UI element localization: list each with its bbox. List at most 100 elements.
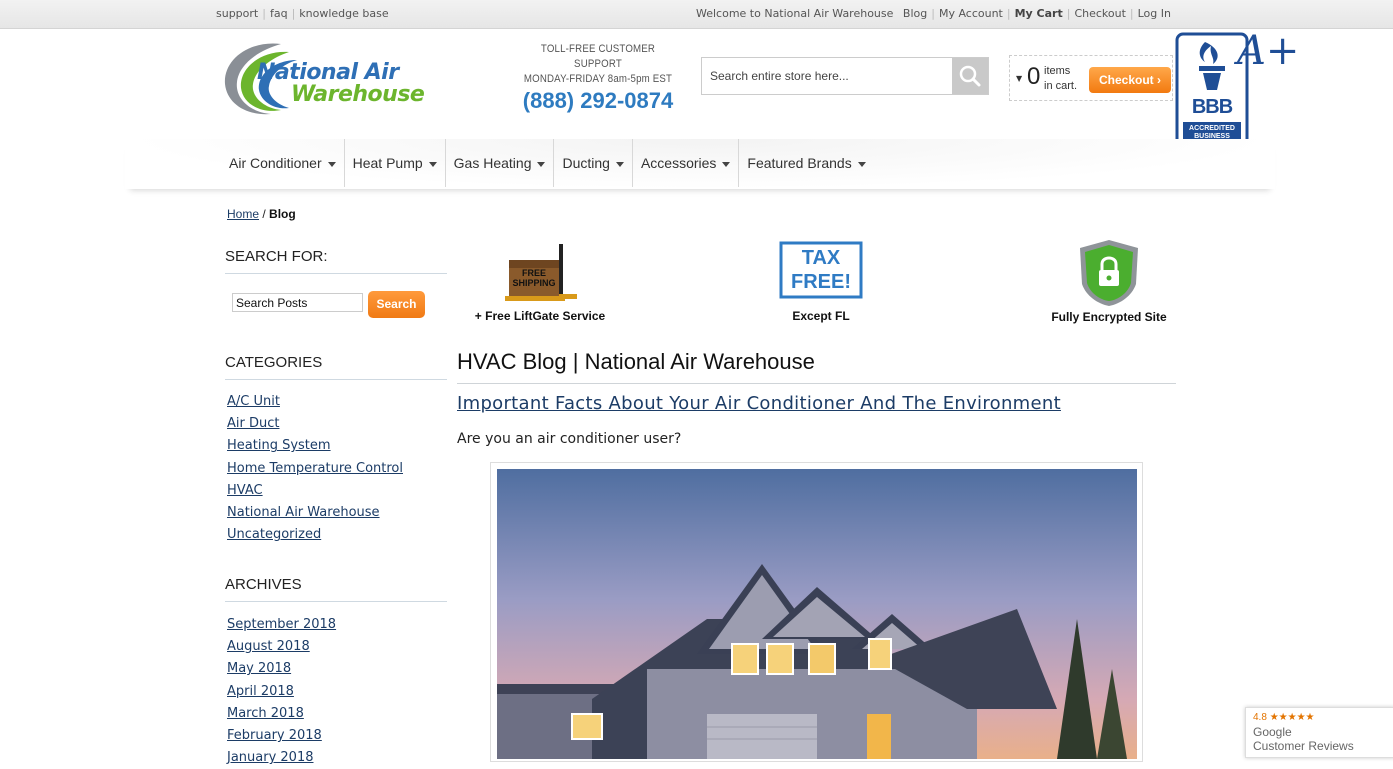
nav-heat-pump[interactable]: Heat Pump <box>345 139 446 187</box>
search-posts-button[interactable]: Search <box>368 291 425 318</box>
categories-list: A/C Unit Air Duct Heating System Home Te… <box>227 391 403 546</box>
top-left-links: support | faq | knowledge base <box>216 7 389 20</box>
archive-link[interactable]: August 2018 <box>227 636 336 658</box>
bbb-badge[interactable]: BBB ACCREDITED BUSINESS A+ <box>1175 28 1299 150</box>
post-title-link[interactable]: Important Facts About Your Air Condition… <box>457 393 1061 414</box>
knowledge-base-link[interactable]: knowledge base <box>299 7 388 20</box>
bbb-letters: BBB <box>1191 96 1233 118</box>
chevron-right-icon: › <box>1157 73 1162 87</box>
customer-support: TOLL-FREE CUSTOMER SUPPORT MONDAY-FRIDAY… <box>508 42 688 114</box>
archive-link[interactable]: February 2018 <box>227 725 336 747</box>
blog-link[interactable]: Blog <box>903 7 927 20</box>
nav-ducting[interactable]: Ducting <box>554 139 633 187</box>
archive-link[interactable]: January 2018 <box>227 747 336 769</box>
google-rating: 4.8 ★★★★★ <box>1253 712 1315 723</box>
archives-list: September 2018 August 2018 May 2018 Apri… <box>227 614 336 769</box>
checkout-link[interactable]: Checkout <box>1074 7 1125 20</box>
mini-cart: ▼ 0 items in cart. Checkout › <box>1009 55 1173 101</box>
bbb-caption-line1: ACCREDITED <box>1189 125 1235 132</box>
encrypted-badge: Fully Encrypted Site <box>1048 238 1170 324</box>
main-nav-items: Air Conditioner Heat Pump Gas Heating Du… <box>221 139 874 187</box>
free-shipping-box-label: FREE SHIPPING <box>512 268 556 288</box>
nav-accessories[interactable]: Accessories <box>633 139 740 187</box>
category-link[interactable]: HVAC <box>227 480 403 502</box>
category-link[interactable]: A/C Unit <box>227 391 403 413</box>
support-phone[interactable]: (888) 292-0874 <box>508 88 688 114</box>
log-in-link[interactable]: Log In <box>1138 7 1171 20</box>
archive-link[interactable]: March 2018 <box>227 703 336 725</box>
cart-count: 0 <box>1027 63 1041 90</box>
google-label: Google <box>1253 725 1292 739</box>
faq-link[interactable]: faq <box>270 7 288 20</box>
google-reviews-badge[interactable]: 4.8 ★★★★★ Google Customer Reviews <box>1245 707 1393 758</box>
tax-free-line1: TAX <box>801 247 841 269</box>
archive-link[interactable]: May 2018 <box>227 658 336 680</box>
blog-title: HVAC Blog | National Air Warehouse <box>457 349 1176 384</box>
encrypted-caption: Fully Encrypted Site <box>1051 310 1167 324</box>
logo-text-line2: Warehouse <box>291 82 425 107</box>
nav-air-conditioner[interactable]: Air Conditioner <box>221 139 345 187</box>
cart-label-line1: items <box>1044 65 1071 77</box>
nav-featured-brands[interactable]: Featured Brands <box>739 139 873 187</box>
category-link[interactable]: Uncategorized <box>227 524 403 546</box>
search-heading: SEARCH FOR: <box>225 248 447 274</box>
my-account-link[interactable]: My Account <box>939 7 1003 20</box>
nav-label: Heat Pump <box>352 155 423 171</box>
categories-heading: CATEGORIES <box>225 354 447 380</box>
category-link[interactable]: Air Duct <box>227 413 403 435</box>
customer-reviews-label: Customer Reviews <box>1253 739 1354 753</box>
site-logo[interactable]: National Air Warehouse <box>219 38 469 120</box>
nav-label: Featured Brands <box>747 155 852 171</box>
search-posts-input[interactable] <box>232 293 363 312</box>
post-excerpt: Are you an air conditioner user? <box>457 431 682 447</box>
free-shipping-caption: + Free LiftGate Service <box>474 309 606 323</box>
support-hours: MONDAY-FRIDAY 8am-5pm EST <box>523 73 673 85</box>
caret-down-icon <box>857 161 866 167</box>
checkout-button-label: Checkout <box>1098 73 1154 87</box>
tax-free-line2: FREE! <box>791 271 851 293</box>
nav-label: Air Conditioner <box>229 155 322 171</box>
category-link[interactable]: Heating System <box>227 435 403 457</box>
top-bar: support | faq | knowledge base Welcome to Na… <box>0 0 1393 29</box>
free-shipping-badge: FREE SHIPPING + Free LiftGate Service <box>465 238 615 323</box>
top-right-links: Welcome to National Air Warehouse Blog | M… <box>695 7 1171 20</box>
search-button[interactable] <box>952 58 988 94</box>
nav-label: Ducting <box>562 155 610 171</box>
stars-icon: ★★★★★ <box>1269 712 1315 723</box>
nav-gas-heating[interactable]: Gas Heating <box>446 139 555 187</box>
archive-link[interactable]: April 2018 <box>227 681 336 703</box>
breadcrumb-separator: / <box>262 207 266 221</box>
breadcrumb-home[interactable]: Home <box>227 207 259 221</box>
caret-down-icon <box>537 161 546 167</box>
caret-down-icon <box>428 161 437 167</box>
cart-label-line2: in cart. <box>1044 80 1078 92</box>
category-link[interactable]: Home Temperature Control <box>227 458 403 480</box>
breadcrumb: Home / Blog <box>227 207 296 221</box>
search-icon <box>959 65 981 87</box>
support-link[interactable]: support <box>216 7 258 20</box>
archive-link[interactable]: September 2018 <box>227 614 336 636</box>
free-shipping-box-text: FREE SHIPPING <box>509 268 559 288</box>
post-image[interactable] <box>497 469 1137 759</box>
tax-free-caption: Except FL <box>792 309 850 323</box>
cart-dropdown-icon[interactable]: ▼ <box>1016 74 1022 83</box>
google-rating-value: 4.8 <box>1253 712 1267 723</box>
store-search-input[interactable] <box>702 58 968 94</box>
shield-lock-icon <box>1080 240 1138 306</box>
breadcrumb-current: Blog <box>269 207 296 221</box>
my-cart-link[interactable]: My Cart <box>1015 7 1063 20</box>
category-link[interactable]: National Air Warehouse <box>227 502 403 524</box>
support-label: TOLL-FREE CUSTOMER SUPPORT <box>540 43 656 70</box>
tax-free-badge: TAX FREE! Except FL <box>762 238 880 323</box>
welcome-text: Welcome to National Air Warehouse <box>695 7 894 20</box>
cart-label: items in cart. <box>1044 64 1077 94</box>
store-search <box>701 57 989 95</box>
caret-down-icon <box>722 161 731 167</box>
caret-down-icon <box>327 161 336 167</box>
nav-label: Accessories <box>640 155 717 171</box>
bbb-grade: A+ <box>1237 28 1300 74</box>
checkout-button[interactable]: Checkout › <box>1089 67 1171 93</box>
house-photo <box>497 469 1137 759</box>
main-nav: Air Conditioner Heat Pump Gas Heating Du… <box>125 139 1275 189</box>
caret-down-icon <box>615 161 624 167</box>
